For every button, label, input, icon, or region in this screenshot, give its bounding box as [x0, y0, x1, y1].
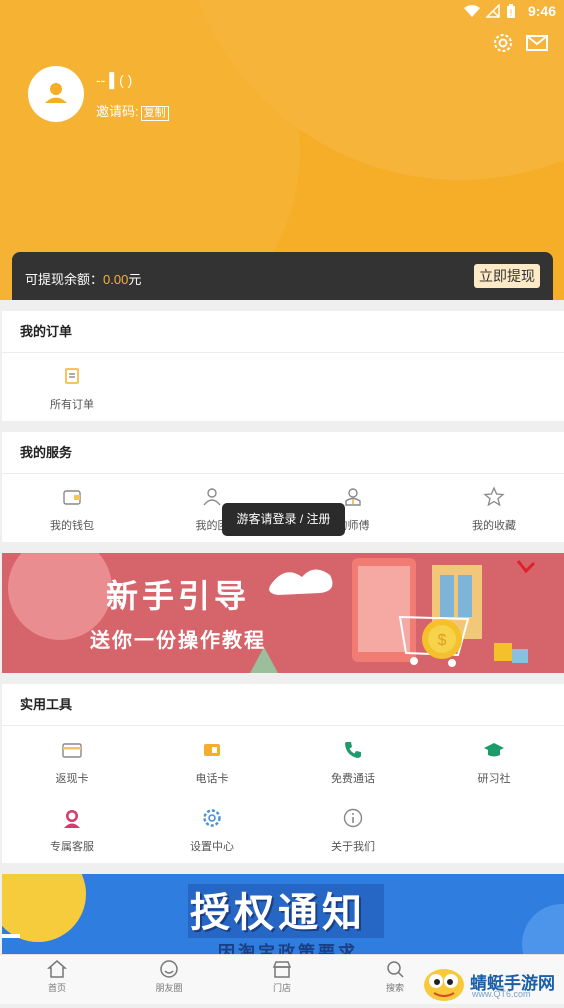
withdraw-button[interactable]: 立即提现	[474, 264, 540, 288]
notice-banner[interactable]: 授权通知 因淘宝政策要求	[2, 874, 564, 954]
guide-subtitle: 送你一份操作教程	[90, 630, 266, 652]
balance-text: 可提现余额：0.00元	[25, 269, 141, 288]
notice-subtitle: 因淘宝政策要求	[218, 943, 358, 954]
balance-unit: 元	[128, 272, 142, 287]
balance-amount: 0.00	[103, 272, 129, 287]
watermark: 蜻蜓手游网 www.QT6.com	[418, 965, 560, 1003]
study-club-label: 研习社	[477, 773, 511, 785]
nav-store[interactable]: 门店	[252, 959, 312, 994]
order-list-icon	[65, 368, 79, 384]
sim-card-label: 电话卡	[195, 773, 229, 785]
all-orders-item[interactable]: 所有订单	[2, 365, 142, 412]
favorites-item[interactable]: 我的收藏	[424, 486, 564, 533]
search-icon	[387, 961, 404, 978]
battery-icon: !	[507, 4, 515, 18]
orders-title: 我的订单	[2, 311, 564, 353]
sim-card-item[interactable]: 电话卡	[142, 739, 282, 786]
nav-store-label: 门店	[272, 983, 291, 993]
wallet-label: 我的钱包	[50, 520, 94, 532]
customer-service-item[interactable]: 专属客服	[2, 807, 142, 854]
phone-icon	[345, 742, 361, 758]
avatar[interactable]	[28, 66, 84, 122]
nav-moments[interactable]: 朋友圈	[139, 959, 199, 994]
tools-section: 实用工具 返现卡 电话卡 免费通话 研习社 专属客服 设置中心 关于我们	[2, 684, 564, 863]
star-icon	[483, 486, 505, 507]
info-icon	[343, 808, 363, 828]
orders-section: 我的订单 所有订单	[2, 311, 564, 421]
nav-search-label: 搜索	[385, 983, 404, 993]
message-icon[interactable]	[524, 30, 550, 56]
balance-label: 可提现余额：	[25, 272, 104, 287]
svg-text:!: !	[510, 8, 513, 18]
dragonfly-logo-icon	[424, 969, 464, 1001]
home-icon	[47, 960, 67, 978]
tools-title: 实用工具	[2, 684, 564, 726]
about-us-item[interactable]: 关于我们	[283, 807, 423, 854]
services-title: 我的服务	[2, 432, 564, 474]
guide-banner[interactable]: $ 新手引导 送你一份操作教程	[2, 553, 564, 673]
settings-icon[interactable]	[490, 30, 516, 56]
cashback-card-item[interactable]: 返现卡	[2, 739, 142, 786]
graduation-cap-icon	[484, 743, 504, 757]
customer-service-label: 专属客服	[50, 841, 94, 853]
all-orders-label: 所有订单	[50, 399, 94, 411]
notice-title: 授权通知	[190, 891, 366, 935]
team-icon	[203, 488, 221, 506]
favorites-label: 我的收藏	[472, 520, 516, 532]
wallet-icon	[63, 490, 81, 505]
invite-code: 邀请码: 复制	[96, 101, 169, 121]
no-signal-icon	[486, 4, 500, 18]
invite-label: 邀请码:	[96, 104, 139, 119]
store-icon	[272, 961, 292, 978]
cashback-card-icon	[62, 743, 82, 758]
nickname: -- ▌( )	[96, 72, 133, 88]
wifi-icon	[464, 5, 480, 17]
nav-home-label: 首页	[47, 983, 66, 993]
cashback-card-label: 返现卡	[55, 773, 89, 785]
status-time: 9:46	[527, 3, 556, 19]
svg-text:$: $	[438, 632, 447, 649]
wallet-item[interactable]: 我的钱包	[2, 486, 142, 533]
moments-icon	[160, 960, 178, 978]
bottom-nav: 首页 朋友圈 门店 搜索 蜻蜓手游网 www.QT6.com	[0, 954, 564, 1004]
sim-card-icon	[204, 744, 220, 756]
nav-search[interactable]: 搜索	[365, 959, 425, 994]
copy-button[interactable]: 复制	[140, 106, 169, 121]
free-call-label: 免费通话	[331, 773, 375, 785]
settings-center-label: 设置中心	[190, 841, 234, 853]
login-toast: 游客请登录 / 注册	[222, 503, 345, 536]
mentor-icon	[345, 488, 361, 506]
watermark-url: www.QT6.com	[472, 989, 531, 999]
free-call-item[interactable]: 免费通话	[283, 739, 423, 786]
balance-bar: 可提现余额：0.00元 立即提现	[12, 252, 553, 300]
status-bar: ! 9:46	[0, 0, 564, 24]
guide-illustration: $	[8, 553, 536, 673]
nav-home[interactable]: 首页	[27, 959, 87, 994]
about-us-label: 关于我们	[331, 841, 375, 853]
study-club-item[interactable]: 研习社	[424, 739, 564, 786]
customer-service-icon	[64, 810, 80, 828]
settings-center-icon	[203, 809, 221, 827]
nav-moments-label: 朋友圈	[155, 983, 183, 993]
settings-center-item[interactable]: 设置中心	[142, 807, 282, 854]
guide-title: 新手引导	[106, 578, 251, 614]
user-icon	[45, 83, 67, 103]
